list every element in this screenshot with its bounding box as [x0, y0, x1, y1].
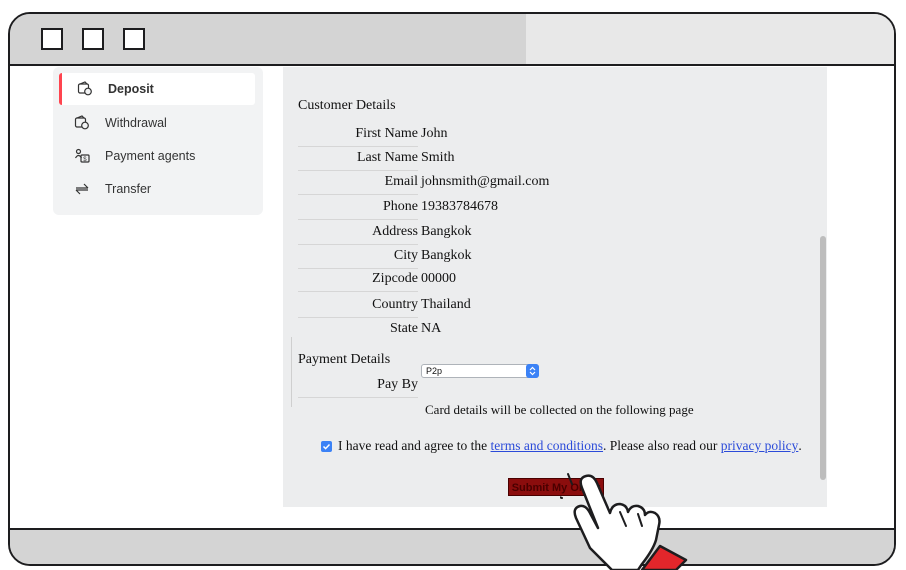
field-row: Email johnsmith@gmail.com [298, 174, 608, 196]
field-label: Address [372, 224, 418, 239]
divider [298, 291, 418, 292]
divider [298, 146, 418, 147]
divider [298, 194, 418, 195]
field-row: Country Thailand [298, 297, 608, 319]
divider [298, 219, 418, 220]
field-value: 19383784678 [421, 199, 498, 214]
cashier-sidebar: Deposit Withdrawal $ Payment agents Tran… [53, 67, 263, 215]
sidebar-item-withdrawal[interactable]: Withdrawal [59, 107, 255, 139]
privacy-link[interactable]: privacy policy [721, 438, 799, 454]
divider [298, 397, 418, 398]
title-bar-tab-area [526, 14, 894, 64]
field-label: First Name [355, 126, 418, 141]
pointing-hand-icon [560, 468, 688, 570]
field-value: Bangkok [421, 224, 472, 239]
field-value: Smith [421, 150, 455, 165]
field-row: State NA [298, 321, 608, 343]
agreement-text: . Please also read our [603, 438, 718, 453]
field-value: John [421, 126, 448, 141]
select-arrows-icon [526, 364, 539, 378]
wallet-icon [73, 114, 91, 132]
checkout-form: Customer Details First Name John Last Na… [283, 67, 827, 507]
field-value: Thailand [421, 297, 471, 312]
sidebar-item-transfer[interactable]: Transfer [59, 173, 255, 205]
pay-by-label: Pay By [377, 377, 418, 392]
field-value: NA [421, 321, 442, 336]
field-label: Country [372, 297, 418, 312]
field-label: State [390, 321, 418, 336]
sidebar-item-deposit[interactable]: Deposit [59, 73, 255, 105]
sidebar-item-payment-agents[interactable]: $ Payment agents [59, 140, 255, 172]
agreement-text: . [798, 438, 802, 453]
field-value: 00000 [421, 271, 456, 286]
field-value: Bangkok [421, 248, 472, 263]
divider [298, 268, 418, 269]
agreement-row: I have read and agree to the terms and c… [321, 438, 802, 454]
field-row: Phone 19383784678 [298, 199, 608, 221]
pay-by-selected-value: P2p [426, 366, 443, 376]
terms-link[interactable]: terms and conditions [491, 438, 603, 454]
divider [298, 244, 418, 245]
field-row: Zipcode 00000 [298, 271, 608, 293]
field-row: Address Bangkok [298, 224, 608, 246]
form-scrollbar[interactable] [820, 236, 826, 480]
transfer-arrows-icon [73, 180, 91, 198]
divider [298, 317, 418, 318]
sidebar-item-label: Payment agents [105, 149, 196, 163]
agreement-text: I have read and agree to the [338, 438, 488, 453]
status-bar [10, 528, 894, 564]
window-button-icon[interactable] [41, 28, 63, 50]
field-label: Last Name [356, 150, 418, 165]
agree-checkbox[interactable] [321, 440, 332, 452]
window-button-icon[interactable] [82, 28, 104, 50]
card-details-note: Card details will be collected on the fo… [425, 402, 694, 417]
customer-details-title: Customer Details [298, 98, 396, 113]
pay-by-row: Pay By [298, 377, 608, 399]
window-button-icon[interactable] [123, 28, 145, 50]
field-label: Phone [383, 199, 418, 214]
field-row: First Name John [298, 126, 608, 148]
divider [291, 337, 292, 407]
field-label: Email [384, 174, 418, 189]
title-bar [10, 14, 894, 66]
sidebar-item-label: Transfer [105, 182, 152, 196]
pay-by-select[interactable]: P2p [421, 364, 539, 378]
agent-icon: $ [73, 147, 91, 165]
divider [298, 170, 418, 171]
field-label: City [393, 248, 418, 263]
payment-details-title: Payment Details [298, 352, 391, 367]
sidebar-item-label: Withdrawal [105, 116, 167, 130]
field-value: johnsmith@gmail.com [421, 174, 550, 189]
sidebar-item-label: Deposit [108, 82, 154, 96]
field-row: City Bangkok [298, 248, 608, 270]
wallet-icon [76, 80, 94, 98]
field-label: Zipcode [372, 271, 418, 286]
field-row: Last Name Smith [298, 150, 608, 172]
